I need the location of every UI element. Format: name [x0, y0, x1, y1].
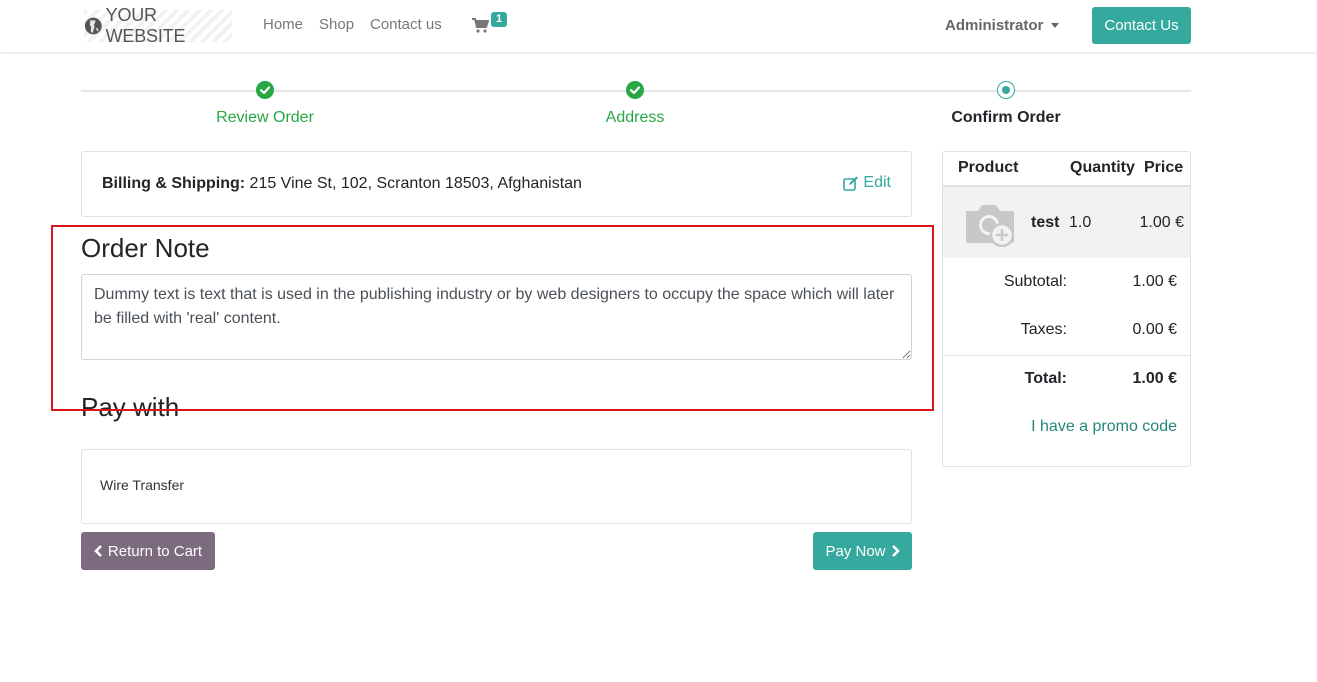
return-to-cart-label: Return to Cart: [107, 542, 203, 560]
table-row: test 1.0 1.00 €: [943, 187, 1190, 258]
payment-method-card[interactable]: Wire Transfer: [81, 449, 912, 524]
user-menu[interactable]: Administrator: [945, 17, 1060, 34]
promo-code-link[interactable]: I have a promo code: [1031, 418, 1177, 436]
top-navbar: YOUR WEBSITE Home Shop Contact us 1 Admi…: [0, 0, 1317, 53]
taxes-label: Taxes:: [1020, 321, 1067, 338]
column-quantity: Quantity: [1070, 159, 1135, 176]
column-price: Price: [1144, 159, 1184, 176]
order-summary: Product Quantity Price test 1.0 1.00 € S…: [942, 151, 1191, 467]
payment-option-wire-transfer[interactable]: Wire Transfer: [100, 477, 184, 493]
total-label: Total:: [1024, 370, 1067, 387]
current-step-dot-icon: [997, 81, 1015, 99]
chevron-left-icon: [94, 545, 102, 557]
total-value: 1.00 €: [1132, 370, 1177, 387]
cart-count-badge: 1: [491, 12, 508, 27]
step-address: Address: [605, 109, 665, 126]
column-product: Product: [958, 159, 1019, 176]
highlight-box: [51, 225, 934, 411]
pay-now-label: Pay Now: [825, 542, 886, 560]
user-name: Administrator: [945, 17, 1044, 34]
caret-down-icon: [1051, 23, 1060, 28]
brand-name: YOUR WEBSITE: [105, 5, 186, 46]
summary-divider: [943, 355, 1190, 356]
nav-home[interactable]: Home: [263, 16, 303, 33]
chevron-right-icon: [891, 545, 900, 557]
edit-address-link[interactable]: Edit: [843, 174, 891, 192]
billing-address: Billing & Shipping: 215 Vine St, 102, Sc…: [102, 175, 582, 193]
step-confirm-order: Confirm Order: [951, 109, 1061, 126]
taxes-value: 0.00 €: [1132, 321, 1177, 338]
contact-us-button[interactable]: Contact Us: [1092, 7, 1191, 44]
nav-shop[interactable]: Shop: [319, 16, 354, 33]
billing-address-value: 215 Vine St, 102, Scranton 18503, Afghan…: [245, 175, 582, 192]
edit-icon: [843, 176, 859, 191]
globe-icon: [84, 17, 102, 35]
pay-now-button[interactable]: Pay Now: [813, 532, 912, 570]
site-logo[interactable]: YOUR WEBSITE: [84, 5, 232, 46]
product-name[interactable]: test: [1031, 214, 1059, 232]
camera-plus-icon: [966, 205, 1015, 247]
step-review-order: Review Order: [216, 109, 314, 126]
subtotal-label: Subtotal:: [1003, 273, 1067, 290]
edit-label: Edit: [863, 174, 891, 191]
product-quantity: 1.0: [1069, 214, 1092, 231]
check-circle-icon: [256, 81, 274, 99]
cart-link[interactable]: 1: [472, 12, 512, 38]
check-circle-icon: [626, 81, 644, 99]
shopping-cart-icon: [472, 18, 489, 33]
return-to-cart-button[interactable]: Return to Cart: [81, 532, 215, 570]
nav-contact-us[interactable]: Contact us: [370, 16, 442, 33]
billing-shipping-card: Billing & Shipping: 215 Vine St, 102, Sc…: [81, 151, 912, 217]
product-price: 1.00 €: [1139, 214, 1184, 231]
billing-label: Billing & Shipping:: [102, 175, 246, 192]
subtotal-value: 1.00 €: [1132, 273, 1177, 290]
